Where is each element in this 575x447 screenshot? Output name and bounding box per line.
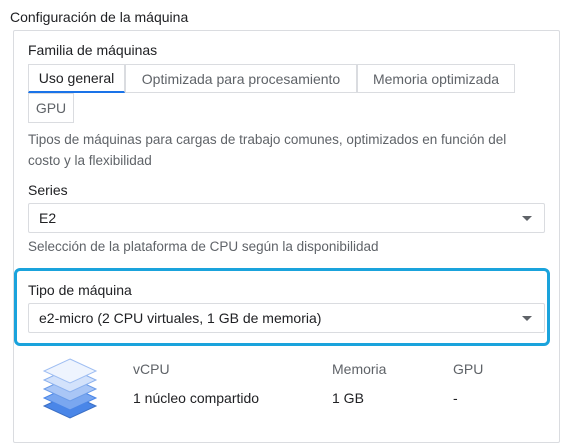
series-select[interactable]: E2 [28,203,545,233]
spec-header-gpu: GPU [453,361,484,377]
spec-value-memory: 1 GB [332,390,364,406]
tab-memoria-optimizada[interactable]: Memoria optimizada [357,64,515,93]
spec-header-memory: Memoria [332,361,387,377]
machine-family-label: Familia de máquinas [28,42,158,58]
machine-type-label: Tipo de máquina [28,282,132,298]
spec-value-gpu: - [453,390,458,406]
machine-family-helper: Tipos de máquinas para cargas de trabajo… [28,132,507,168]
dropdown-arrow-icon [522,316,532,321]
machine-type-select[interactable]: e2-micro (2 CPU virtuales, 1 GB de memor… [28,303,545,333]
spec-value-vcpu: 1 núcleo compartido [133,390,260,406]
tab-gpu[interactable]: GPU [28,93,74,123]
section-title: Configuración de la máquina [10,9,189,25]
tab-optimizada-procesamiento[interactable]: Optimizada para procesamiento [125,64,357,93]
series-label: Series [28,182,68,198]
stacked-layers-icon [42,358,98,419]
series-helper: Selección de la plataforma de CPU según … [28,239,379,254]
spec-header-vcpu: vCPU [133,361,170,377]
dropdown-arrow-icon [522,216,532,221]
series-select-value: E2 [39,210,57,226]
tab-uso-general[interactable]: Uso general [28,64,125,93]
machine-type-select-value: e2-micro (2 CPU virtuales, 1 GB de memor… [39,310,322,326]
